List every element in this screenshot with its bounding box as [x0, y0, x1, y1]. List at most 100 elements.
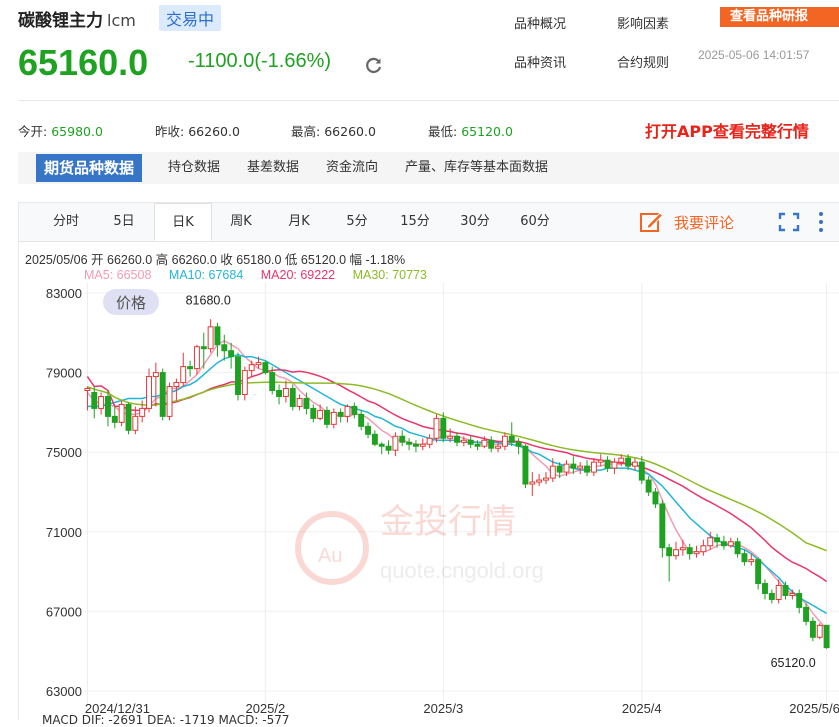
max-price-label: 81680.0 — [186, 293, 231, 307]
candle-body — [454, 435, 460, 443]
candle-body — [228, 350, 235, 358]
candle-body — [556, 465, 563, 473]
candle-body — [426, 437, 433, 445]
candle-body — [269, 372, 276, 392]
candle — [543, 472, 549, 485]
candle — [207, 319, 214, 353]
candle-body — [255, 362, 262, 366]
candle — [323, 406, 330, 429]
candle — [693, 545, 700, 558]
macd-readout: MACD DIF: -2691 DEA: -1719 MACD: -577 — [42, 713, 290, 727]
candle — [741, 549, 748, 566]
candle — [248, 360, 255, 377]
candle — [686, 543, 693, 560]
candle — [310, 404, 317, 423]
candle — [652, 488, 659, 508]
candle — [358, 410, 365, 431]
candle-body — [433, 417, 440, 439]
candle-body — [214, 326, 221, 346]
candle — [146, 368, 152, 413]
candle-body — [399, 435, 406, 443]
candle-body — [631, 461, 638, 467]
y-tick-label: 75000 — [46, 445, 82, 460]
candle-body — [816, 624, 823, 638]
candle-body — [809, 620, 816, 638]
candle-body — [344, 405, 351, 417]
y-tick-label: 79000 — [46, 366, 82, 381]
candle-body — [755, 559, 762, 585]
candle — [816, 623, 823, 640]
x-tick-label: 2025/5/6 — [789, 701, 839, 716]
candle-body — [276, 390, 283, 397]
watermark-logo-text: Au — [318, 545, 342, 567]
candle-body — [789, 592, 796, 596]
candle-body — [775, 585, 782, 600]
candle — [118, 400, 125, 427]
candle — [241, 366, 248, 401]
candle — [91, 386, 98, 419]
y-tick-label: 67000 — [46, 604, 82, 619]
candle — [317, 404, 324, 421]
candle-body — [679, 547, 686, 551]
candle-body — [262, 362, 269, 374]
candle-body — [351, 405, 358, 415]
candle — [344, 404, 351, 423]
candle-body — [720, 541, 727, 547]
candle-body — [570, 463, 577, 469]
candle-body — [714, 537, 721, 543]
candle-body — [577, 465, 584, 469]
candle-body — [235, 356, 241, 395]
candle — [734, 537, 741, 558]
candle-body — [323, 409, 330, 425]
candle — [522, 444, 529, 489]
candle — [365, 422, 371, 439]
candle — [590, 458, 597, 477]
candle — [720, 535, 727, 550]
candle-body — [604, 459, 611, 469]
candle-body — [330, 411, 337, 425]
candle-body — [378, 443, 385, 447]
candle-body — [310, 407, 317, 419]
candle — [666, 543, 673, 582]
y-axis: 83000 79000 75000 71000 67000 63000 — [46, 286, 82, 699]
candlestick-chart[interactable]: Au 金投行情 quote.cngold.org 83000 79000 75000… — [0, 0, 839, 720]
candle-body — [768, 592, 775, 600]
candle-body — [508, 435, 515, 443]
candle — [296, 394, 303, 411]
candle-body — [159, 372, 166, 417]
candle — [597, 454, 604, 467]
candle-body — [748, 559, 755, 563]
candle — [180, 352, 187, 387]
candle-body — [597, 459, 604, 463]
candle-body — [707, 537, 714, 547]
candle — [755, 557, 762, 590]
candle-body — [152, 372, 159, 378]
candle — [433, 414, 440, 443]
candle — [371, 430, 378, 447]
candle-body — [543, 477, 549, 481]
candle-body — [590, 461, 597, 473]
candle — [228, 342, 235, 369]
candle-body — [796, 592, 803, 608]
candle-body — [125, 403, 132, 431]
candle — [166, 382, 173, 421]
candle — [679, 539, 686, 556]
candle-body — [303, 397, 310, 409]
candle — [399, 430, 406, 447]
y-tick-label: 63000 — [46, 684, 82, 699]
candle-body — [98, 395, 105, 409]
candle-body — [474, 443, 481, 447]
candle-body — [296, 397, 303, 407]
candle — [631, 458, 638, 471]
candle — [262, 360, 269, 375]
candle-body — [241, 370, 248, 395]
candle — [221, 334, 228, 361]
candle-body — [84, 388, 91, 392]
candle-body — [782, 585, 789, 596]
candle — [214, 322, 221, 357]
candle-body — [282, 388, 289, 397]
price-label-text: 价格 — [116, 294, 146, 312]
candle-body — [139, 407, 146, 417]
last-price-label: 65120.0 — [771, 656, 816, 670]
candle — [762, 579, 768, 600]
